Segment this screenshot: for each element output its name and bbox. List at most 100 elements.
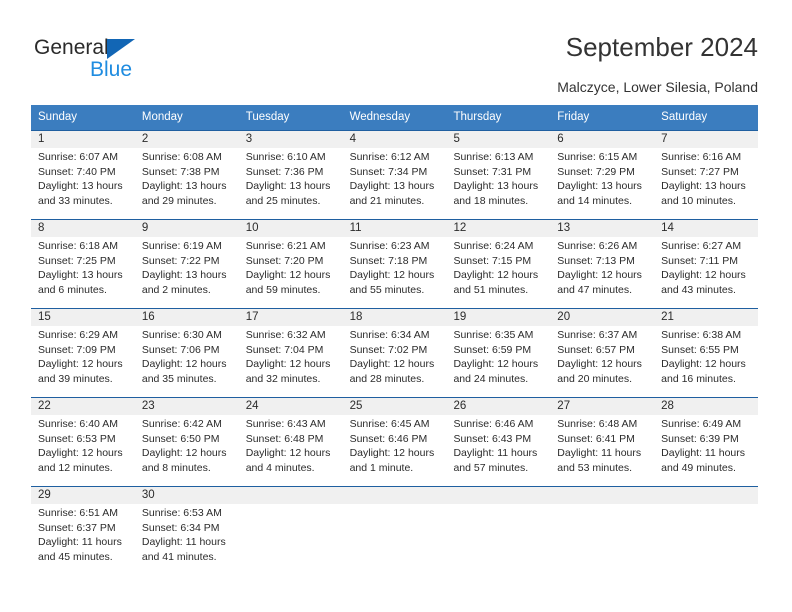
weekday-tuesday: Tuesday: [245, 111, 290, 123]
day-sun-info: Sunrise: 6:16 AM Sunset: 7:27 PM Daylight:…: [661, 150, 752, 208]
sunset-text: Sunset: 6:43 PM: [453, 432, 532, 445]
calendar-day-cell[interactable]: 2 Sunrise: 6:08 AM Sunset: 7:38 PM Daylight…: [135, 131, 239, 219]
calendar-day-cell[interactable]: 9 Sunrise: 6:19 AM Sunset: 7:22 PM Daylight…: [135, 220, 239, 308]
weekday-wednesday: Wednesday: [349, 111, 411, 123]
sunrise-text: Sunrise: 6:48 AM: [557, 418, 638, 430]
daylight-text: Daylight: 12 hours and 47 minutes.: [557, 269, 642, 296]
sunset-text: Sunset: 6:53 PM: [38, 432, 116, 445]
sunset-text: Sunset: 7:34 PM: [349, 165, 428, 178]
sunrise-text: Sunrise: 6:29 AM: [38, 329, 118, 341]
sunrise-text: Sunrise: 6:10 AM: [245, 151, 326, 163]
sunrise-text: Sunrise: 6:15 AM: [557, 151, 638, 163]
page-subtitle: Malczyce, Lower Silesia, Poland: [557, 79, 758, 95]
calendar-day-cell[interactable]: 12 Sunrise: 6:24 AM Sunset: 7:15 PM Dayligh…: [446, 220, 550, 308]
calendar-day-cell[interactable]: 3 Sunrise: 6:10 AM Sunset: 7:36 PM Daylight…: [239, 131, 343, 219]
day-sun-info: Sunrise: 6:43 AM Sunset: 6:48 PM Daylight:…: [246, 417, 337, 475]
calendar-day-cell[interactable]: 6 Sunrise: 6:15 AM Sunset: 7:29 PM Daylight…: [550, 131, 654, 219]
sunrise-text: Sunrise: 6:51 AM: [38, 507, 118, 519]
sunset-text: Sunset: 7:09 PM: [38, 343, 116, 356]
daylight-text: Daylight: 12 hours and 32 minutes.: [245, 358, 331, 385]
sunset-text: Sunset: 7:31 PM: [453, 165, 532, 178]
daylight-text: Daylight: 11 hours and 41 minutes.: [141, 536, 226, 563]
general-blue-logo: General Blue: [34, 36, 234, 84]
weekday-friday: Friday: [557, 111, 590, 123]
sunset-text: Sunset: 7:29 PM: [557, 165, 635, 178]
calendar-day-cell[interactable]: 28 Sunrise: 6:49 AM Sunset: 6:39 PM Dayligh…: [654, 398, 758, 486]
daylight-text: Daylight: 11 hours and 53 minutes.: [557, 447, 642, 474]
daylight-text: Daylight: 12 hours and 12 minutes.: [38, 447, 123, 474]
sunrise-text: Sunrise: 6:13 AM: [453, 151, 534, 163]
day-number: 13: [557, 222, 571, 234]
calendar-day-cell[interactable]: 15 Sunrise: 6:29 AM Sunset: 7:09 PM Dayligh…: [31, 309, 135, 397]
day-sun-info: Sunrise: 6:46 AM Sunset: 6:43 PM Daylight:…: [453, 417, 544, 475]
daylight-text: Daylight: 13 hours and 29 minutes.: [141, 180, 227, 207]
daylight-text: Daylight: 12 hours and 55 minutes.: [349, 269, 435, 296]
calendar-day-cell[interactable]: 24 Sunrise: 6:43 AM Sunset: 6:48 PM Dayligh…: [239, 398, 343, 486]
calendar-day-cell[interactable]: 18 Sunrise: 6:34 AM Sunset: 7:02 PM Dayligh…: [343, 309, 447, 397]
calendar-day-cell[interactable]: 1 Sunrise: 6:07 AM Sunset: 7:40 PM Daylight…: [31, 131, 135, 219]
sunrise-text: Sunrise: 6:38 AM: [661, 329, 742, 341]
daylight-text: Daylight: 13 hours and 14 minutes.: [557, 180, 642, 207]
daylight-text: Daylight: 12 hours and 24 minutes.: [453, 358, 539, 385]
calendar-day-cell-empty: [446, 487, 550, 576]
sunset-text: Sunset: 7:02 PM: [349, 343, 428, 356]
sunrise-text: Sunrise: 6:16 AM: [661, 151, 742, 163]
daylight-text: Daylight: 13 hours and 6 minutes.: [38, 269, 123, 296]
day-number: 17: [245, 311, 259, 323]
sunrise-text: Sunrise: 6:21 AM: [245, 240, 326, 252]
daylight-text: Daylight: 13 hours and 21 minutes.: [349, 180, 435, 207]
calendar-week-row: 22 Sunrise: 6:40 AM Sunset: 6:53 PM Dayligh…: [31, 397, 758, 486]
calendar-day-cell[interactable]: 8 Sunrise: 6:18 AM Sunset: 7:25 PM Daylight…: [31, 220, 135, 308]
sunset-text: Sunset: 7:36 PM: [245, 165, 324, 178]
sunset-text: Sunset: 7:11 PM: [661, 254, 739, 267]
calendar-day-cell-empty: [343, 487, 447, 576]
daylight-text: Daylight: 12 hours and 16 minutes.: [661, 358, 746, 385]
calendar-day-cell[interactable]: 5 Sunrise: 6:13 AM Sunset: 7:31 PM Daylight…: [446, 131, 550, 219]
calendar-day-cell[interactable]: 17 Sunrise: 6:32 AM Sunset: 7:04 PM Dayligh…: [239, 309, 343, 397]
calendar-day-cell[interactable]: 30 Sunrise: 6:53 AM Sunset: 6:34 PM Dayligh…: [135, 487, 239, 576]
day-number: 16: [141, 311, 155, 323]
day-sun-info: Sunrise: 6:15 AM Sunset: 7:29 PM Daylight:…: [557, 150, 648, 208]
sunset-text: Sunset: 6:50 PM: [141, 432, 220, 445]
day-sun-info: Sunrise: 6:53 AM Sunset: 6:34 PM Daylight:…: [142, 506, 233, 564]
calendar-day-cell[interactable]: 20 Sunrise: 6:37 AM Sunset: 6:57 PM Dayligh…: [550, 309, 654, 397]
sunrise-text: Sunrise: 6:42 AM: [141, 418, 222, 430]
calendar-day-cell[interactable]: 29 Sunrise: 6:51 AM Sunset: 6:37 PM Dayligh…: [31, 487, 135, 576]
calendar-day-cell[interactable]: 13 Sunrise: 6:26 AM Sunset: 7:13 PM Dayligh…: [550, 220, 654, 308]
calendar-day-cell[interactable]: 11 Sunrise: 6:23 AM Sunset: 7:18 PM Dayligh…: [343, 220, 447, 308]
calendar-day-cell[interactable]: 7 Sunrise: 6:16 AM Sunset: 7:27 PM Daylight…: [654, 131, 758, 219]
sunrise-text: Sunrise: 6:08 AM: [141, 151, 222, 163]
calendar-week-row: 1 Sunrise: 6:07 AM Sunset: 7:40 PM Daylight…: [31, 130, 758, 219]
sunrise-text: Sunrise: 6:23 AM: [349, 240, 430, 252]
sunset-text: Sunset: 6:41 PM: [557, 432, 635, 445]
page-header: General Blue September 2024 Malczyce, Lo…: [0, 0, 792, 100]
day-number: 3: [245, 133, 253, 145]
calendar-week-row: 8 Sunrise: 6:18 AM Sunset: 7:25 PM Daylight…: [31, 219, 758, 308]
calendar-day-cell[interactable]: 4 Sunrise: 6:12 AM Sunset: 7:34 PM Daylight…: [343, 131, 447, 219]
day-sun-info: Sunrise: 6:37 AM Sunset: 6:57 PM Daylight:…: [557, 328, 648, 386]
sunrise-text: Sunrise: 6:26 AM: [557, 240, 638, 252]
calendar-day-cell[interactable]: 19 Sunrise: 6:35 AM Sunset: 6:59 PM Dayligh…: [446, 309, 550, 397]
sunset-text: Sunset: 6:39 PM: [661, 432, 739, 445]
calendar-day-cell[interactable]: 16 Sunrise: 6:30 AM Sunset: 7:06 PM Dayligh…: [135, 309, 239, 397]
weekday-saturday: Saturday: [661, 111, 708, 123]
calendar-day-cell[interactable]: 27 Sunrise: 6:48 AM Sunset: 6:41 PM Dayligh…: [550, 398, 654, 486]
calendar-day-cell[interactable]: 23 Sunrise: 6:42 AM Sunset: 6:50 PM Dayligh…: [135, 398, 239, 486]
day-sun-info: Sunrise: 6:40 AM Sunset: 6:53 PM Daylight:…: [38, 417, 129, 475]
sunset-text: Sunset: 7:27 PM: [661, 165, 739, 178]
logo-text-blue: Blue: [90, 58, 133, 81]
daylight-text: Daylight: 12 hours and 43 minutes.: [661, 269, 746, 296]
daylight-text: Daylight: 12 hours and 8 minutes.: [141, 447, 227, 474]
day-sun-info: Sunrise: 6:26 AM Sunset: 7:13 PM Daylight:…: [557, 239, 648, 297]
sunrise-text: Sunrise: 6:35 AM: [453, 329, 534, 341]
daylight-text: Daylight: 13 hours and 25 minutes.: [245, 180, 331, 207]
calendar-day-cell[interactable]: 21 Sunrise: 6:38 AM Sunset: 6:55 PM Dayligh…: [654, 309, 758, 397]
calendar-day-cell[interactable]: 26 Sunrise: 6:46 AM Sunset: 6:43 PM Dayligh…: [446, 398, 550, 486]
day-number: 8: [38, 222, 45, 234]
daylight-text: Daylight: 11 hours and 45 minutes.: [38, 536, 122, 563]
calendar-day-cell[interactable]: 22 Sunrise: 6:40 AM Sunset: 6:53 PM Dayligh…: [31, 398, 135, 486]
calendar-day-cell[interactable]: 25 Sunrise: 6:45 AM Sunset: 6:46 PM Dayligh…: [343, 398, 447, 486]
day-number: 2: [141, 133, 149, 145]
calendar-day-cell[interactable]: 10 Sunrise: 6:21 AM Sunset: 7:20 PM Dayligh…: [239, 220, 343, 308]
calendar-day-cell[interactable]: 14 Sunrise: 6:27 AM Sunset: 7:11 PM Dayligh…: [654, 220, 758, 308]
